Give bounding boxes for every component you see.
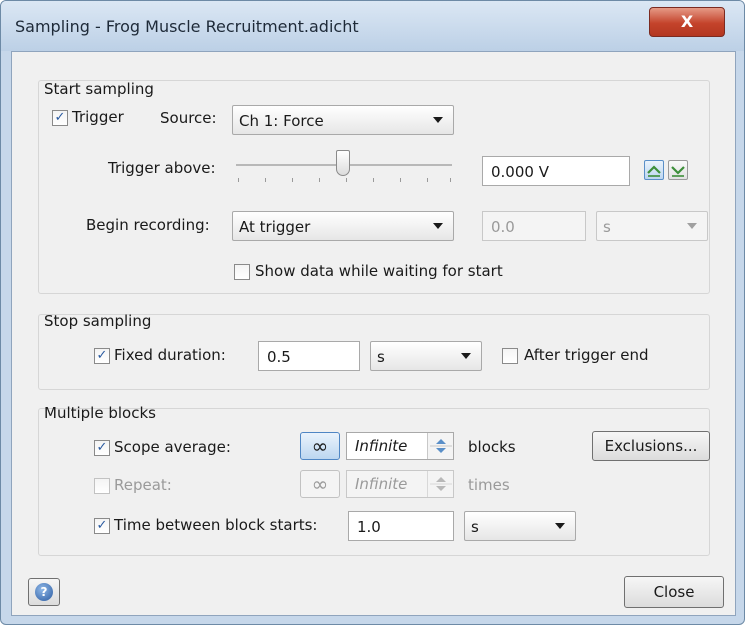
title-bar: Sampling - Frog Muscle Recruitment.adich… — [1, 1, 744, 51]
exclusions-button[interactable]: Exclusions... — [592, 431, 710, 461]
fixed-duration-label: Fixed duration: — [114, 346, 226, 364]
slider-tick — [450, 178, 451, 182]
rising-edge-icon — [647, 165, 661, 177]
infinity-icon: ∞ — [311, 434, 329, 458]
infinity-icon: ∞ — [311, 472, 329, 496]
scope-count-value: Infinite — [355, 437, 408, 455]
slider-tick — [319, 178, 320, 182]
repeat-suffix: times — [468, 476, 510, 494]
scope-count-spinner[interactable] — [427, 433, 453, 459]
trigger-level-field[interactable]: 0.000 V — [482, 156, 630, 186]
time-between-label: Time between block starts: — [114, 516, 318, 534]
close-button[interactable]: Close — [624, 576, 724, 608]
help-button[interactable]: ? — [28, 578, 60, 606]
scope-suffix: blocks — [468, 438, 516, 456]
spinner-arrows-icon — [430, 439, 452, 453]
begin-recording-value: At trigger — [239, 218, 311, 236]
slider-tick — [265, 178, 266, 182]
trigger-rising-button[interactable] — [644, 160, 664, 180]
close-icon: X — [680, 12, 694, 31]
slider-tick — [400, 178, 401, 182]
trigger-slider-thumb[interactable] — [336, 150, 350, 176]
source-value: Ch 1: Force — [239, 112, 324, 130]
show-data-checkbox[interactable]: ✓ — [234, 264, 250, 280]
trigger-checkbox[interactable]: ✓ — [52, 110, 68, 126]
slider-tick — [346, 178, 347, 182]
trigger-label: Trigger — [72, 108, 124, 126]
after-trigger-end-label: After trigger end — [524, 346, 649, 364]
scope-average-checkbox[interactable]: ✓ — [94, 440, 110, 456]
trigger-level-value: 0.000 V — [491, 163, 549, 181]
begin-recording-dropdown[interactable]: At trigger — [232, 211, 454, 241]
window-title: Sampling - Frog Muscle Recruitment.adich… — [15, 17, 359, 36]
fixed-duration-checkbox[interactable]: ✓ — [94, 348, 110, 364]
chevron-down-icon — [433, 223, 443, 229]
repeat-label: Repeat: — [114, 476, 172, 494]
time-between-field[interactable]: 1.0 — [348, 511, 454, 541]
trigger-falling-button[interactable] — [668, 160, 688, 180]
time-between-checkbox[interactable]: ✓ — [94, 518, 110, 534]
trigger-above-label: Trigger above: — [108, 159, 216, 177]
source-label: Source: — [160, 109, 217, 127]
delay-unit-dropdown[interactable]: s — [596, 211, 708, 241]
scope-average-label: Scope average: — [114, 438, 231, 456]
slider-tick — [427, 178, 428, 182]
delay-unit-value: s — [603, 218, 611, 236]
time-between-value: 1.0 — [357, 518, 381, 536]
slider-tick — [373, 178, 374, 182]
dialog-body: Start sampling ✓ Trigger Source: Ch 1: F… — [11, 51, 736, 616]
chevron-down-icon — [433, 117, 443, 123]
repeat-count-field[interactable]: Infinite — [346, 470, 454, 498]
scope-infinite-toggle[interactable]: ∞ — [300, 432, 340, 460]
begin-recording-label: Begin recording: — [86, 216, 210, 234]
repeat-count-spinner[interactable] — [427, 471, 453, 497]
duration-field[interactable]: 0.5 — [258, 341, 360, 371]
delay-value: 0.0 — [491, 218, 515, 236]
duration-unit-value: s — [377, 348, 385, 366]
repeat-infinite-toggle[interactable]: ∞ — [300, 470, 340, 498]
slider-tick — [292, 178, 293, 182]
spinner-arrows-icon — [430, 477, 452, 491]
source-dropdown[interactable]: Ch 1: Force — [232, 105, 454, 135]
duration-value: 0.5 — [267, 348, 291, 366]
multiple-blocks-heading: Multiple blocks — [44, 404, 156, 422]
time-unit-value: s — [471, 518, 479, 536]
chevron-down-icon — [461, 353, 471, 359]
stop-sampling-heading: Stop sampling — [44, 312, 152, 330]
duration-unit-dropdown[interactable]: s — [370, 341, 482, 371]
delay-field[interactable]: 0.0 — [482, 211, 586, 241]
window-close-button[interactable]: X — [649, 7, 725, 37]
scope-count-field[interactable]: Infinite — [346, 432, 454, 460]
chevron-down-icon — [555, 523, 565, 529]
help-icon: ? — [35, 583, 53, 601]
after-trigger-end-checkbox[interactable]: ✓ — [502, 348, 518, 364]
repeat-count-value: Infinite — [355, 475, 408, 493]
start-sampling-heading: Start sampling — [44, 80, 154, 98]
chevron-down-icon — [687, 223, 697, 229]
dialog-window: Sampling - Frog Muscle Recruitment.adich… — [0, 0, 745, 625]
time-unit-dropdown[interactable]: s — [464, 511, 576, 541]
repeat-checkbox[interactable]: ✓ — [94, 478, 110, 494]
slider-tick — [238, 178, 239, 182]
falling-edge-icon — [671, 166, 685, 177]
show-data-label: Show data while waiting for start — [255, 262, 503, 280]
